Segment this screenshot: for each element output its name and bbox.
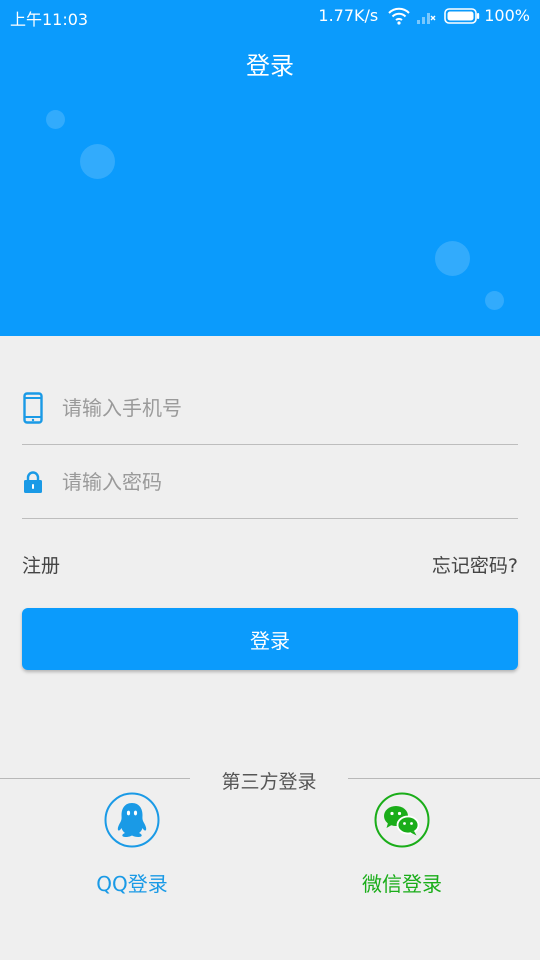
decorative-bubble	[46, 110, 65, 129]
password-input[interactable]	[62, 461, 518, 502]
wechat-login-label: 微信登录	[362, 872, 442, 896]
network-speed: 1.77K/s	[318, 6, 379, 25]
phone-field-row	[22, 371, 518, 445]
login-button[interactable]: 登录	[22, 608, 518, 670]
signal-icon	[417, 12, 436, 24]
decorative-bubble	[80, 144, 115, 179]
wechat-login-button[interactable]: 微信登录	[332, 792, 472, 897]
forgot-password-link[interactable]: 忘记密码?	[432, 551, 518, 578]
status-time: 上午11:03	[10, 10, 89, 29]
divider-line-left	[0, 778, 190, 779]
decorative-bubble	[435, 241, 470, 276]
login-screen: 上午11:03 1.77K/s 100% 登录 请输入手机号 注册 忘记密码? …	[0, 0, 540, 960]
password-field-row	[22, 445, 518, 519]
wechat-icon	[374, 792, 430, 848]
divider-line-right	[348, 778, 540, 779]
page-title: 登录	[246, 52, 294, 80]
register-link[interactable]: 注册	[22, 551, 60, 578]
phone-icon	[22, 391, 44, 424]
qq-penguin-icon	[104, 792, 160, 848]
header-banner: 上午11:03 1.77K/s 100% 登录	[0, 0, 540, 336]
battery-icon	[444, 7, 480, 24]
lock-icon	[22, 466, 44, 498]
decorative-bubble	[485, 291, 504, 310]
wifi-icon	[388, 7, 410, 25]
status-bar: 上午11:03 1.77K/s 100%	[0, 0, 540, 32]
battery-level: 100%	[484, 6, 530, 25]
qq-login-label: QQ登录	[96, 872, 168, 896]
phone-input[interactable]	[62, 387, 518, 428]
status-indicators: 1.77K/s 100%	[318, 6, 530, 25]
third-party-title: 第三方登录	[221, 771, 317, 793]
qq-login-button[interactable]: QQ登录	[62, 792, 202, 897]
